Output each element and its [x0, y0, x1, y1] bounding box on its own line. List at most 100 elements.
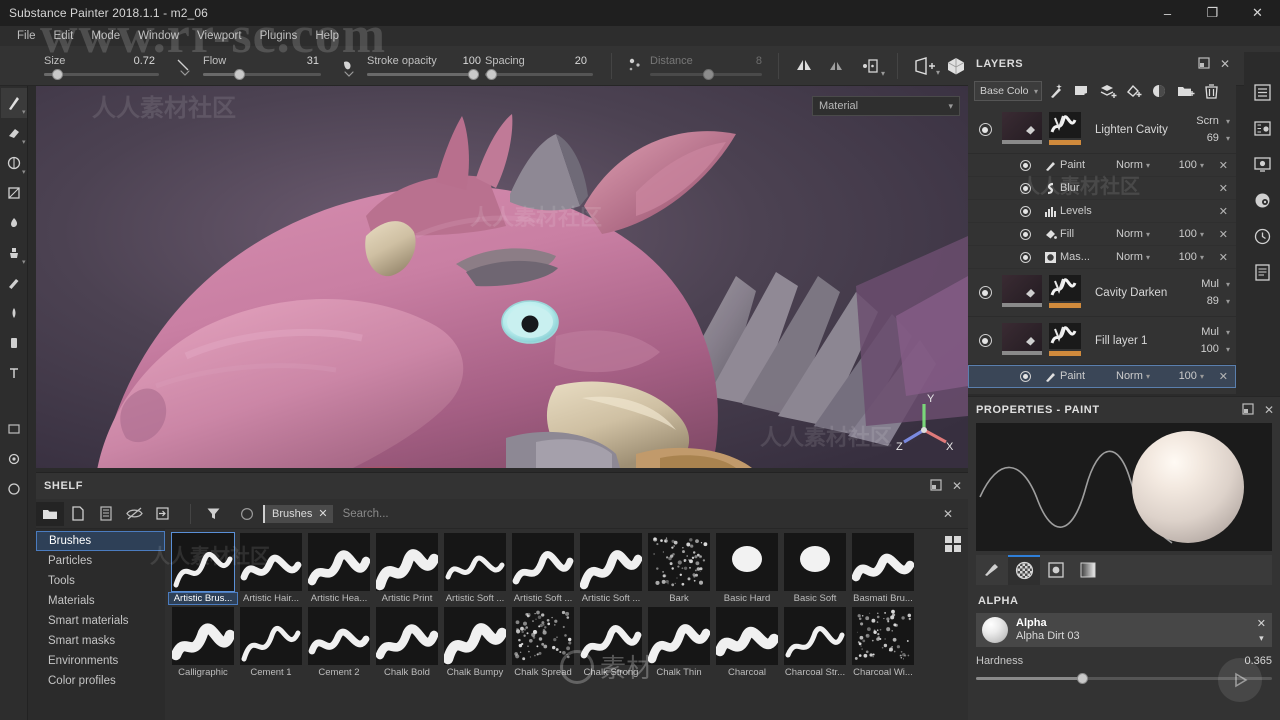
- layer-visibility-toggle[interactable]: [968, 123, 1002, 136]
- category-environments[interactable]: Environments: [36, 651, 165, 671]
- sublayer-row[interactable]: Blur ✕: [968, 177, 1236, 200]
- tab-gradient[interactable]: [1072, 555, 1104, 585]
- hardness-slider-knob[interactable]: [1077, 673, 1088, 684]
- texture-set-settings-icon[interactable]: [1250, 116, 1274, 140]
- alpha-dropdown-icon[interactable]: ▾: [1259, 633, 1264, 644]
- category-color-profiles[interactable]: Color profiles: [36, 671, 165, 691]
- sublayer-blend-mode[interactable]: Norm ▾: [1116, 251, 1164, 263]
- channel-selector[interactable]: Base Colo ▾: [974, 81, 1042, 101]
- brush-thumbnail[interactable]: Artistic Soft ...: [577, 533, 645, 604]
- shader-settings-icon[interactable]: [1250, 188, 1274, 212]
- flow-pressure-icon[interactable]: [333, 53, 367, 79]
- layers-restore-button[interactable]: [1198, 57, 1210, 71]
- projection-tool-icon[interactable]: ▾: [1, 148, 27, 178]
- menu-item-file[interactable]: File: [8, 26, 45, 46]
- sublayer-row[interactable]: Fill Norm ▾ 100 ▾ ✕: [968, 223, 1236, 246]
- spacing-slider-knob[interactable]: [486, 69, 497, 80]
- menu-item-help[interactable]: Help: [306, 26, 348, 46]
- shelf-restore-button[interactable]: [930, 479, 942, 493]
- properties-restore-button[interactable]: [1242, 403, 1254, 417]
- category-smart-materials[interactable]: Smart materials: [36, 611, 165, 631]
- menu-item-viewport[interactable]: Viewport: [188, 26, 251, 46]
- flow-parameter[interactable]: Flow 31: [203, 46, 333, 86]
- add-folder-icon[interactable]: [1173, 79, 1198, 103]
- layer-blend-mode[interactable]: Scrn ▾: [1180, 115, 1230, 127]
- display-settings-icon[interactable]: [1250, 260, 1274, 284]
- sublayer-visibility-toggle[interactable]: [1020, 252, 1040, 263]
- size-slider[interactable]: [44, 73, 159, 76]
- brush-thumbnail[interactable]: Cement 2: [305, 607, 373, 678]
- new-file-icon[interactable]: [64, 502, 92, 526]
- add-fill-layer-icon[interactable]: [1121, 79, 1146, 103]
- add-adjustment-icon[interactable]: [1147, 79, 1172, 103]
- layer-blend-opacity[interactable]: Scrn ▾ 69 ▾: [1180, 115, 1236, 144]
- menu-item-edit[interactable]: Edit: [45, 26, 83, 46]
- close-button[interactable]: ✕: [1235, 0, 1280, 26]
- sublayer-remove-icon[interactable]: ✕: [1219, 251, 1236, 264]
- circle-icon[interactable]: [233, 502, 261, 526]
- paint-tool-icon[interactable]: ▾: [1, 88, 27, 118]
- spacing-slider[interactable]: [485, 73, 593, 76]
- text-tool-icon[interactable]: [1, 358, 27, 388]
- alpha-slot[interactable]: Alpha Alpha Dirt 03 ✕ ▾: [976, 613, 1272, 647]
- projection-icon[interactable]: ▾: [857, 53, 883, 79]
- layer-color-thumbnail[interactable]: [1002, 323, 1046, 359]
- stroke-opacity-parameter[interactable]: Stroke opacity 100: [367, 46, 485, 86]
- camera-perspective-icon[interactable]: ▾: [910, 53, 940, 79]
- history-icon[interactable]: [1250, 224, 1274, 248]
- brush-thumbnail[interactable]: Chalk Thin: [645, 607, 713, 678]
- brush-thumbnail[interactable]: Artistic Soft ...: [441, 533, 509, 604]
- delete-icon[interactable]: [1199, 79, 1224, 103]
- flow-slider[interactable]: [203, 73, 321, 76]
- layer-opacity[interactable]: 69 ▾: [1180, 132, 1230, 144]
- layer-mask-thumbnail[interactable]: [1049, 323, 1085, 359]
- brush-thumbnail[interactable]: Bark: [645, 533, 713, 604]
- 3d-viewport[interactable]: Material ▾ Y X Z: [36, 86, 968, 468]
- layer-mask-thumbnail[interactable]: [1049, 112, 1085, 148]
- material-picker-icon[interactable]: [1, 268, 27, 298]
- sublayer-opacity[interactable]: 100 ▾: [1164, 251, 1204, 263]
- layer-opacity[interactable]: 89 ▾: [1180, 295, 1230, 307]
- layer-mask-thumbnail[interactable]: [1049, 275, 1085, 311]
- sublayer-visibility-toggle[interactable]: [1020, 371, 1040, 382]
- sublayer-remove-icon[interactable]: ✕: [1219, 228, 1236, 241]
- category-particles[interactable]: Particles: [36, 551, 165, 571]
- brush-thumbnail[interactable]: Chalk Strong: [577, 607, 645, 678]
- clone-tool-icon[interactable]: ▾: [1, 238, 27, 268]
- brush-thumbnail[interactable]: Artistic Soft ...: [509, 533, 577, 604]
- clear-search-icon[interactable]: ✕: [934, 502, 962, 526]
- preferences-icon[interactable]: [1, 474, 27, 504]
- distance-slider-knob[interactable]: [703, 69, 714, 80]
- brush-thumbnail[interactable]: Basmati Bru...: [849, 533, 917, 604]
- sublayer-remove-icon[interactable]: ✕: [1219, 370, 1236, 383]
- brush-thumbnail[interactable]: Artistic Print: [373, 533, 441, 604]
- brush-thumbnail[interactable]: Charcoal Wi...: [849, 607, 917, 678]
- layer-visibility-toggle[interactable]: [968, 334, 1002, 347]
- particle-tool-icon[interactable]: [1, 298, 27, 328]
- category-smart-masks[interactable]: Smart masks: [36, 631, 165, 651]
- properties-close-button[interactable]: ✕: [1264, 404, 1274, 416]
- minimize-button[interactable]: –: [1145, 0, 1190, 26]
- brush-thumbnail[interactable]: Basic Hard: [713, 533, 781, 604]
- sublayer-opacity[interactable]: 100 ▾: [1164, 159, 1204, 171]
- settings-icon[interactable]: [1, 444, 27, 474]
- texture-set-list-icon[interactable]: [1250, 152, 1274, 176]
- distance-parameter[interactable]: Distance 8: [650, 46, 770, 86]
- layer-blend-mode[interactable]: Mul ▾: [1180, 326, 1230, 338]
- brush-thumbnail[interactable]: Calligraphic: [169, 607, 237, 678]
- shelf-close-button[interactable]: ✕: [952, 480, 962, 492]
- brush-thumbnail[interactable]: Charcoal Str...: [781, 607, 849, 678]
- layer-visibility-toggle[interactable]: [968, 286, 1002, 299]
- layers-close-button[interactable]: ✕: [1220, 58, 1230, 70]
- brush-thumbnail[interactable]: Chalk Bold: [373, 607, 441, 678]
- brush-thumbnail[interactable]: Artistic Hair...: [237, 533, 305, 604]
- menu-item-window[interactable]: Window: [129, 26, 188, 46]
- polygon-fill-icon[interactable]: [1, 178, 27, 208]
- hide-icon[interactable]: [120, 502, 148, 526]
- layer-blend-opacity[interactable]: Mul ▾ 100 ▾: [1180, 326, 1236, 355]
- category-tools[interactable]: Tools: [36, 571, 165, 591]
- brush-thumbnail[interactable]: Artistic Hea...: [305, 533, 373, 604]
- sublayer-blend-mode[interactable]: Norm ▾: [1116, 370, 1164, 382]
- filter-tag-close-icon[interactable]: ✕: [318, 507, 327, 520]
- brush-thumbnail[interactable]: Charcoal: [713, 607, 781, 678]
